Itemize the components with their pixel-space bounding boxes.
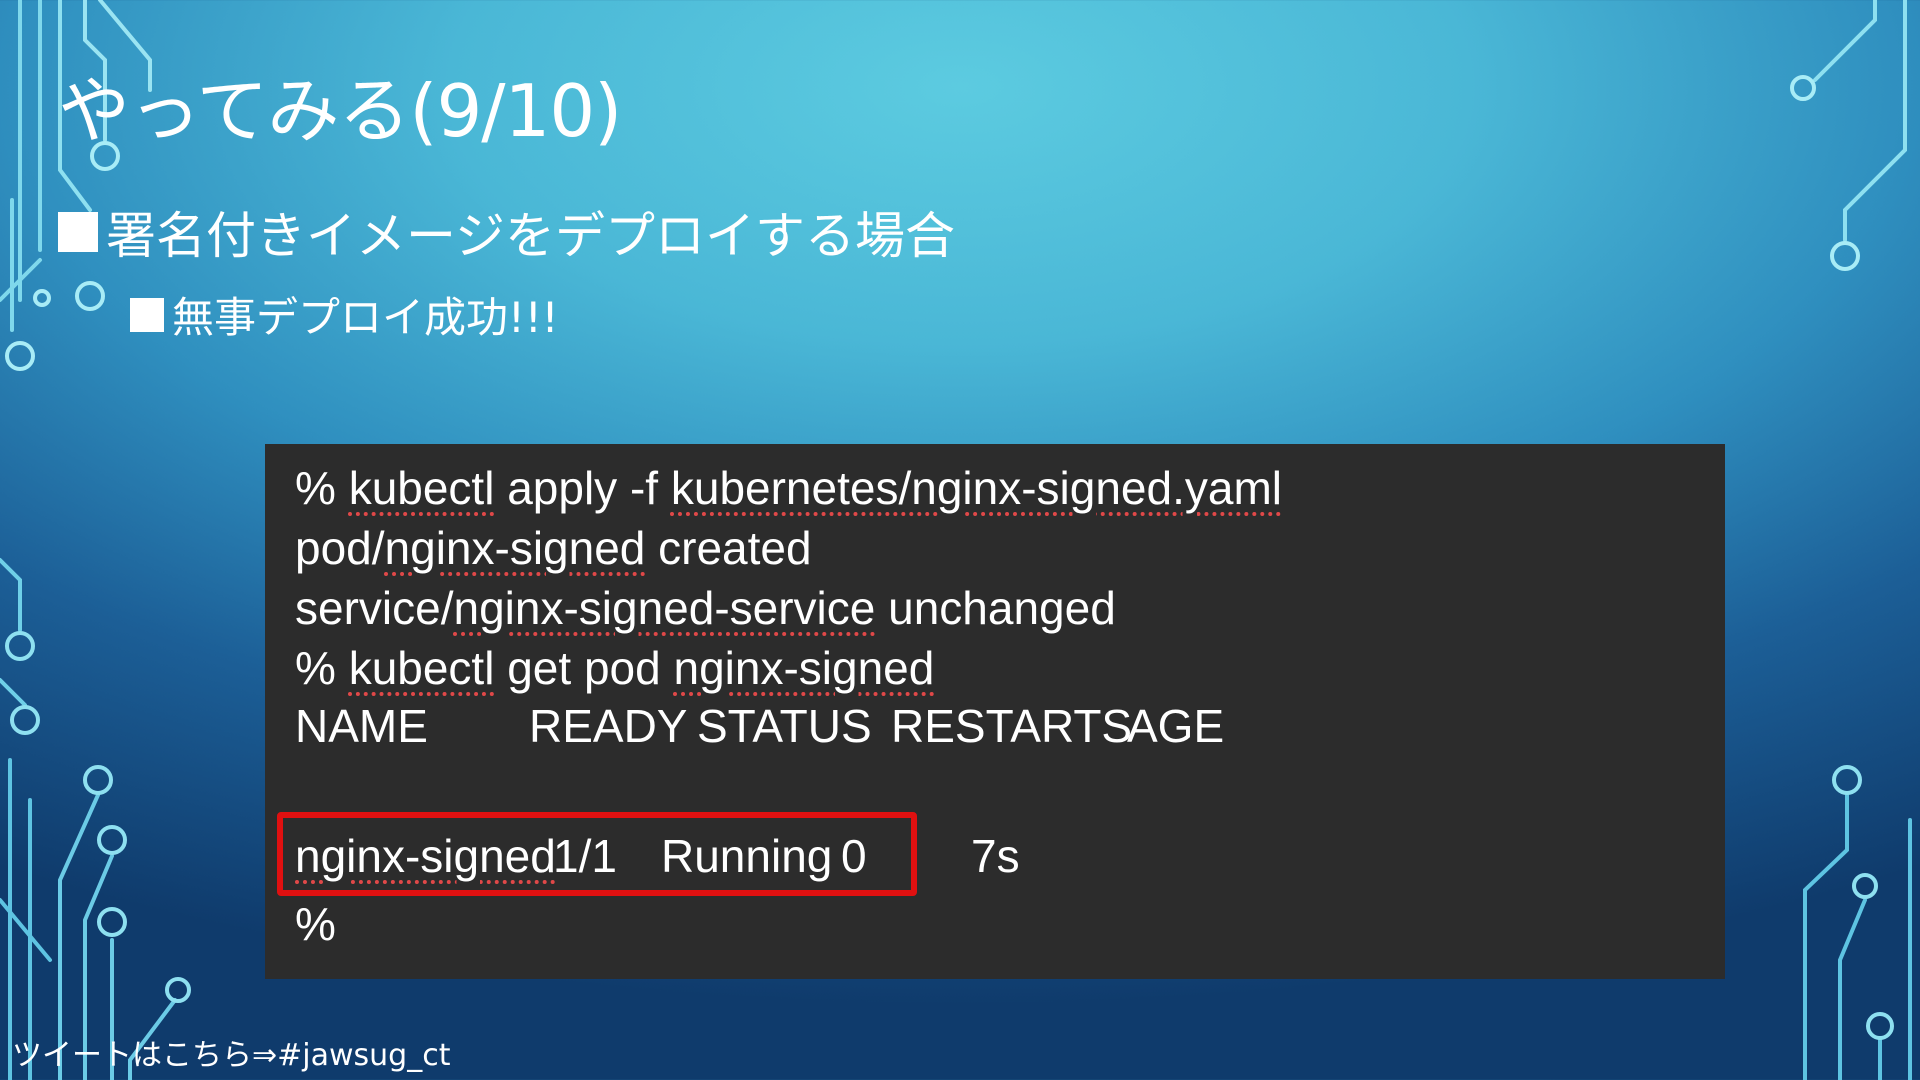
bullet-level2: 無事デプロイ成功!!! xyxy=(130,284,559,345)
highlight-box xyxy=(277,812,917,896)
resource-name: nginx-signed xyxy=(384,522,646,574)
header-status: STATUS xyxy=(697,700,872,752)
manifest-path: kubernetes/nginx-signed.yaml xyxy=(670,462,1282,514)
command-args: get pod xyxy=(494,642,674,694)
terminal-line-service: service/nginx-signed-service unchanged xyxy=(295,578,1116,638)
resource-name: nginx-signed-service xyxy=(453,582,876,634)
terminal-line-prompt: % xyxy=(295,898,336,950)
terminal-line-pod-created: pod/nginx-signed created xyxy=(295,518,812,578)
header-ready: READY xyxy=(529,700,688,752)
resource-prefix: service/ xyxy=(295,582,454,634)
prompt: % xyxy=(295,642,349,694)
cell-age: 7s xyxy=(971,830,1020,882)
terminal-line-get-pod: % kubectl get pod nginx-signed xyxy=(295,638,934,698)
square-bullet-icon xyxy=(130,297,164,332)
command-kubectl: kubectl xyxy=(348,642,495,694)
header-name: NAME xyxy=(295,700,428,752)
footer-hashtag: ツイートはこちら⇒#jawsug_ct xyxy=(12,1038,451,1073)
terminal-line-apply: % kubectl apply -f kubernetes/nginx-sign… xyxy=(295,458,1282,518)
bullet-level1: 署名付きイメージをデプロイする場合 xyxy=(58,196,955,268)
bullet-level1-text: 署名付きイメージをデプロイする場合 xyxy=(106,207,955,265)
pod-name: nginx-signed xyxy=(673,642,935,694)
command-args: apply -f xyxy=(494,462,671,514)
prompt: % xyxy=(295,462,349,514)
slide-title: やってみる(9/10) xyxy=(58,69,622,153)
result-text: unchanged xyxy=(875,582,1116,634)
command-kubectl: kubectl xyxy=(348,462,495,514)
header-restarts: RESTARTS xyxy=(891,700,1133,752)
terminal-output: % kubectl apply -f kubernetes/nginx-sign… xyxy=(265,444,1725,979)
square-bullet-icon xyxy=(58,212,98,252)
resource-prefix: pod/ xyxy=(295,522,385,574)
table-header-row: NAME READY STATUS RESTARTS AGE xyxy=(295,696,1695,756)
result-text: created xyxy=(645,522,812,574)
header-age: AGE xyxy=(1127,700,1225,752)
bullet-level2-text: 無事デプロイ成功!!! xyxy=(172,293,559,342)
